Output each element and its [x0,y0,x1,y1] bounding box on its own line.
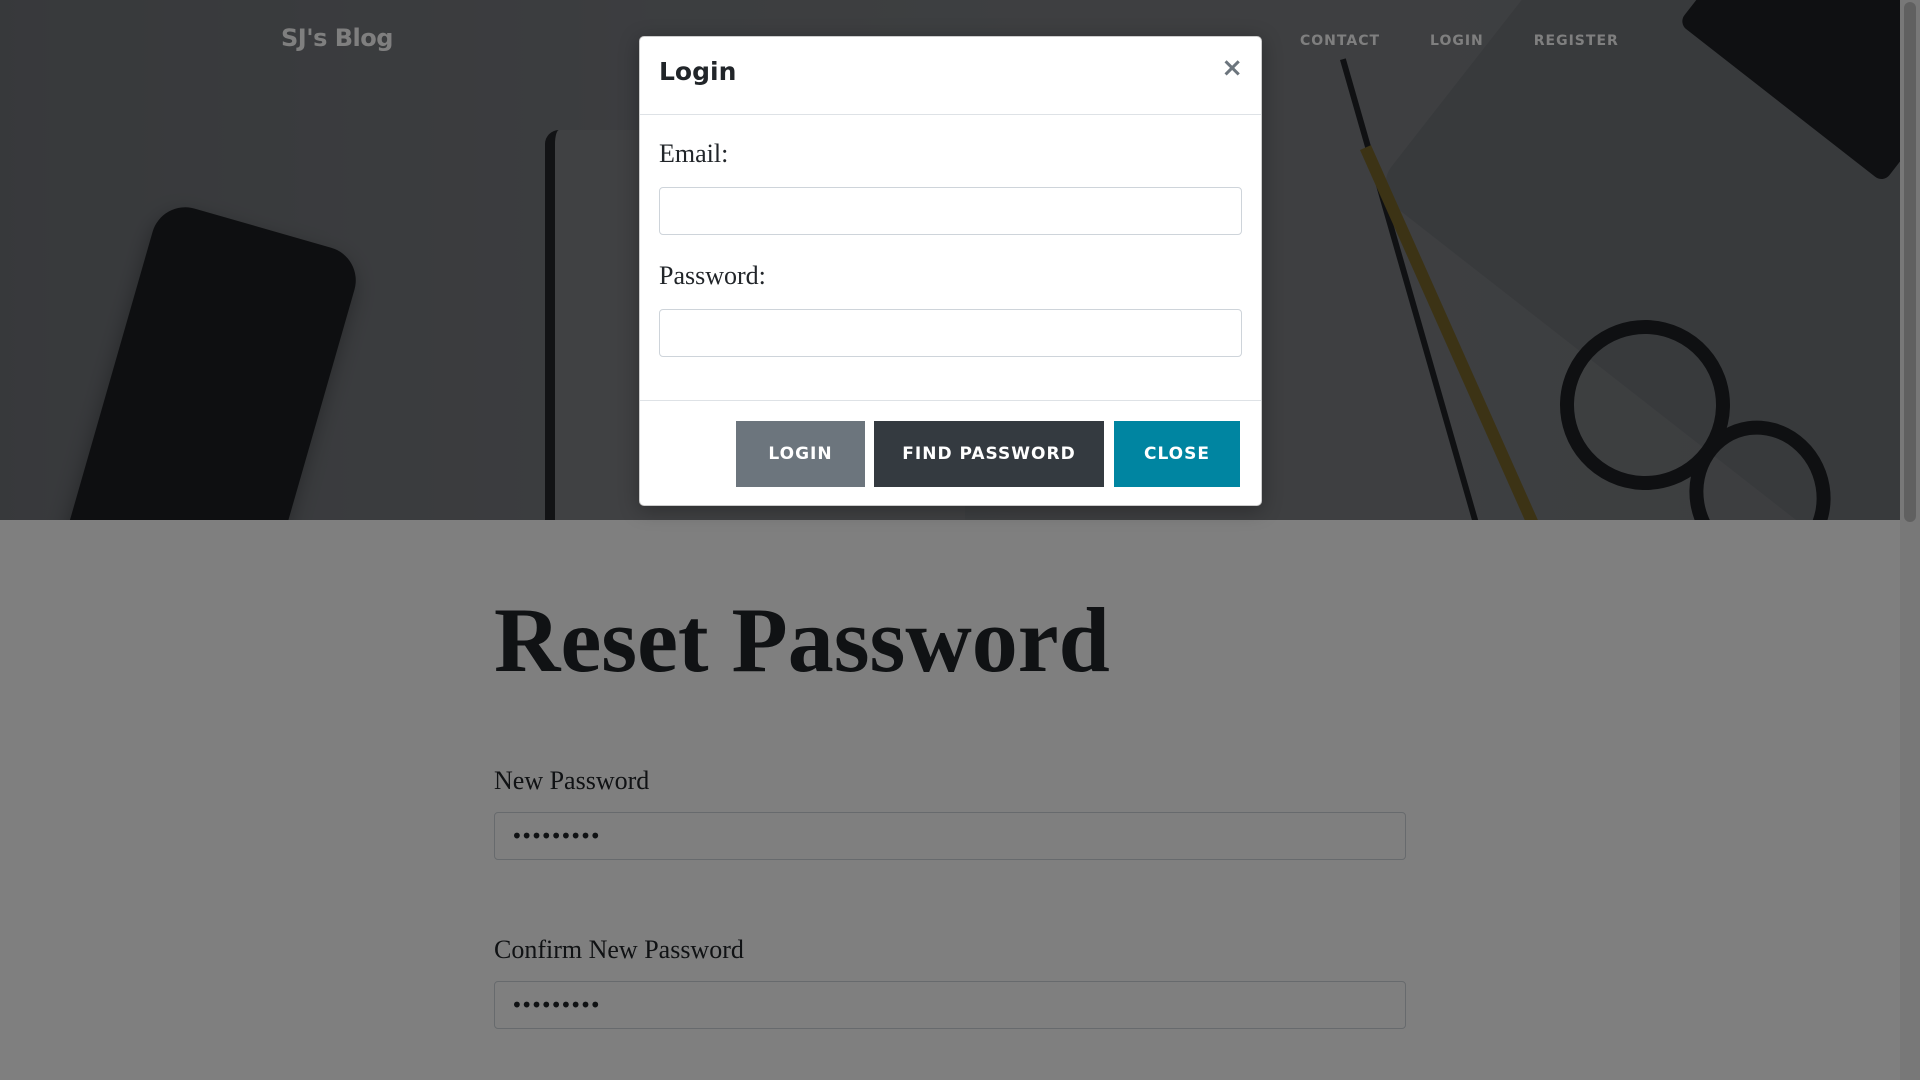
modal-title: Login [659,57,737,86]
close-button[interactable]: CLOSE [1114,421,1240,487]
modal-header: Login × [640,37,1261,115]
password-label: Password: [659,261,766,290]
login-modal: Login × Email: Password: LOGIN FIND PASS… [639,36,1262,506]
modal-footer: LOGIN FIND PASSWORD CLOSE [640,400,1261,505]
modal-body: Email: Password: [640,115,1261,436]
email-label: Email: [659,139,729,168]
password-input[interactable] [659,309,1242,357]
find-password-button[interactable]: FIND PASSWORD [874,421,1104,487]
email-input[interactable] [659,187,1242,235]
login-button[interactable]: LOGIN [736,421,865,487]
close-icon[interactable]: × [1221,53,1243,83]
